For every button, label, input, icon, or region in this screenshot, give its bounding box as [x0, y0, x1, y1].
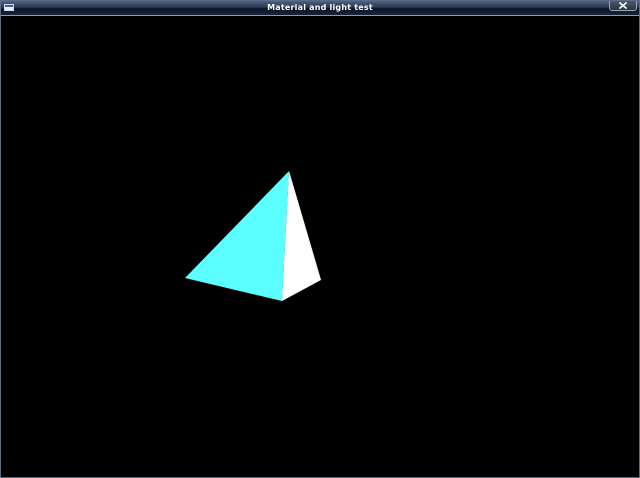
close-button[interactable]: [609, 1, 637, 11]
scene-background: [1, 16, 639, 477]
scene-canvas: [1, 16, 639, 477]
close-icon: [618, 2, 628, 9]
window-title: Material and light test: [267, 3, 373, 12]
render-viewport[interactable]: [1, 16, 639, 477]
title-bar[interactable]: Material and light test: [1, 1, 639, 16]
app-window: Material and light test: [0, 0, 640, 478]
